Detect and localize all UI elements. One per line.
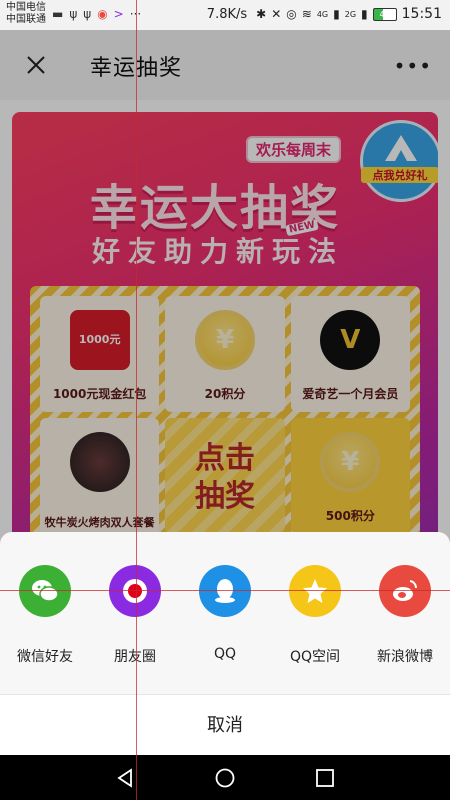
notification-icons: ▬ ψ ψ ◉ > ··· [52, 7, 141, 21]
share-wechat-friend[interactable]: 微信好友 [0, 532, 90, 694]
mute-icon: ✕ [271, 7, 282, 21]
share-label: 新浪微博 [377, 649, 433, 665]
share-label: QQ空间 [289, 649, 341, 665]
system-nav-bar [0, 755, 450, 800]
qq-icon [199, 565, 251, 617]
battery-icon: 40 [372, 7, 397, 21]
qzone-icon [289, 565, 341, 617]
signal-2g-label: 2G [344, 9, 357, 19]
crosshair-horizontal-line [0, 590, 450, 591]
wechat-icon [19, 565, 71, 617]
usb-icon: ψ [69, 7, 78, 21]
cancel-button[interactable]: 取消 [0, 695, 450, 755]
share-label: QQ [213, 646, 237, 662]
signal-4g-label: 4G [316, 9, 329, 19]
weibo-notify-icon: ◉ [97, 7, 108, 21]
moments-glyph [123, 579, 147, 603]
share-weibo[interactable]: 新浪微博 [360, 532, 450, 694]
carrier-info: 中国电信 中国联通 [6, 2, 46, 26]
carrier-2: 中国联通 [6, 14, 46, 25]
net-speed: 7.8K/s [206, 6, 248, 22]
recents-icon[interactable] [314, 767, 336, 789]
carrier-1: 中国电信 [6, 2, 46, 13]
home-icon[interactable] [214, 767, 236, 789]
back-icon[interactable] [114, 767, 136, 789]
weibo-icon [379, 565, 431, 617]
qzone-star-glyph [303, 579, 327, 603]
app-notify-icon: > [113, 7, 124, 21]
share-qq[interactable]: QQ [180, 532, 270, 694]
weibo-glyph [393, 580, 418, 601]
bluetooth-icon: ✱ [256, 7, 267, 21]
share-sheet: 微信好友 朋友圈 QQ QQ空间 新浪微博 取消 [0, 532, 450, 755]
share-label: 微信好友 [17, 649, 73, 665]
signal-icon: ▮ [333, 7, 340, 21]
crosshair-vertical-line [136, 0, 137, 800]
cancel-bar: 取消 [0, 694, 450, 755]
eye-icon: ◎ [286, 7, 297, 21]
wifi-icon: ≋ [301, 7, 312, 21]
moments-icon [109, 565, 161, 617]
status-bar: 中国电信 中国联通 ▬ ψ ψ ◉ > ··· 7.8K/s ✱ ✕ ◎ ≋ 4… [0, 0, 450, 30]
truck-icon: ▬ [52, 7, 64, 21]
share-qzone[interactable]: QQ空间 [270, 532, 360, 694]
clock: 15:51 [401, 6, 442, 22]
signal-icon: ▮ [361, 7, 368, 21]
share-label: 朋友圈 [114, 649, 156, 665]
share-moments[interactable]: 朋友圈 [90, 532, 180, 694]
wechat-glyph [32, 580, 59, 602]
share-targets: 微信好友 朋友圈 QQ QQ空间 新浪微博 [0, 532, 450, 694]
usb-icon: ψ [83, 7, 92, 21]
qq-penguin-glyph [215, 579, 235, 603]
status-right: 7.8K/s ✱ ✕ ◎ ≋ 4G ▮ 2G ▮ 40 15:51 [207, 6, 442, 22]
